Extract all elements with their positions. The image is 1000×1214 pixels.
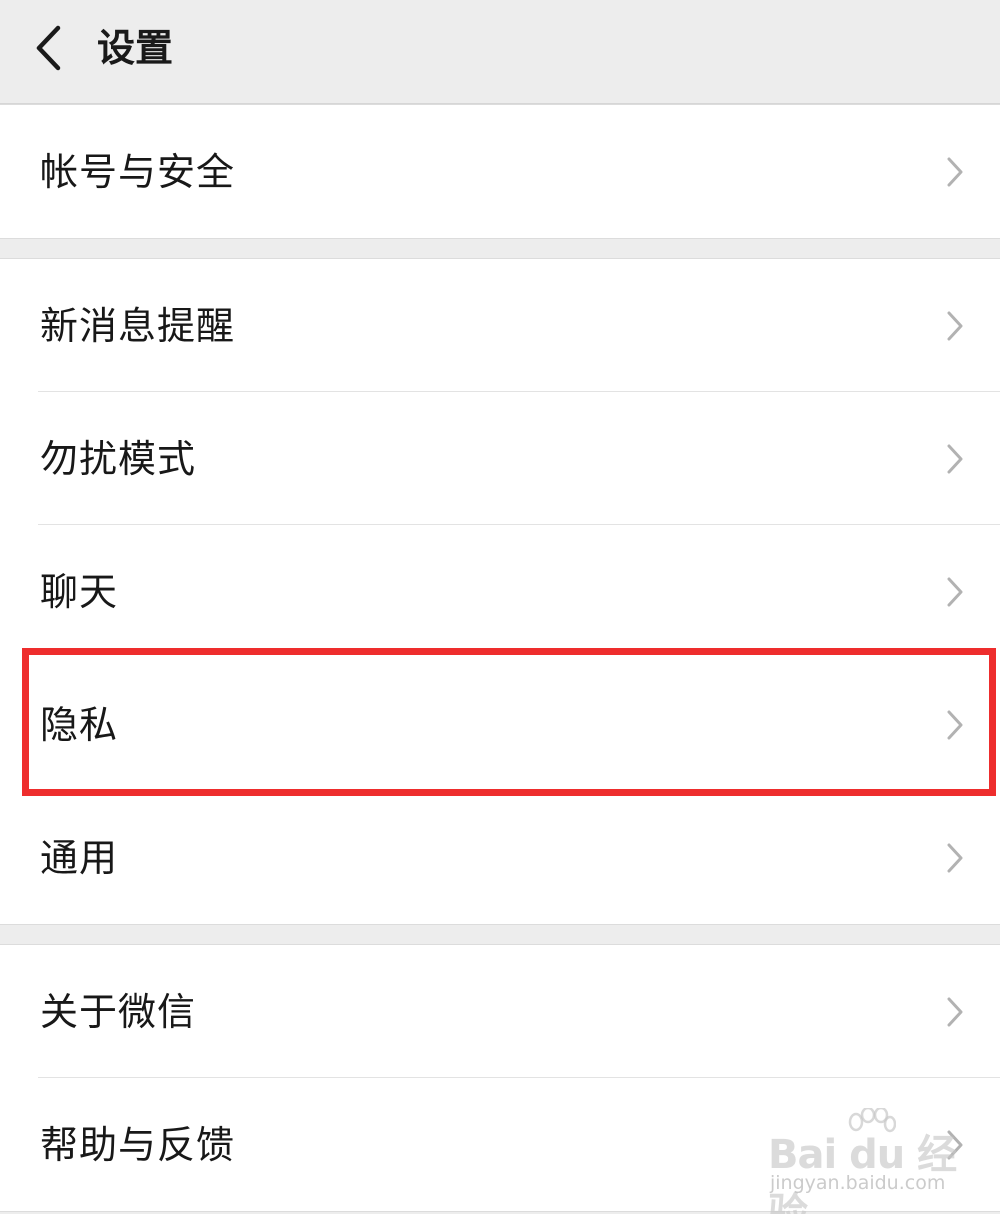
- settings-item-label: 聊天: [40, 569, 119, 614]
- settings-item-help-feedback[interactable]: 帮助与反馈: [0, 1078, 1000, 1211]
- settings-group-account: 帐号与安全: [0, 104, 1000, 239]
- settings-item-label: 关于微信: [40, 989, 197, 1034]
- chevron-right-icon: [944, 575, 966, 609]
- page-title: 设置: [97, 26, 174, 70]
- settings-item-label: 隐私: [40, 702, 119, 747]
- chevron-right-icon: [944, 708, 966, 742]
- settings-item-label: 勿扰模式: [40, 436, 197, 481]
- settings-screen: 设置 帐号与安全 新消息提醒 勿扰模式 聊天 隐私 通用 关于微信 帮助与反馈 …: [0, 0, 1000, 1214]
- settings-item-label: 通用: [40, 835, 119, 880]
- chevron-right-icon: [944, 309, 966, 343]
- chevron-right-icon: [944, 841, 966, 875]
- settings-item-account-security[interactable]: 帐号与安全: [0, 105, 1000, 238]
- settings-item-label: 新消息提醒: [40, 303, 236, 348]
- chevron-right-icon: [944, 155, 966, 189]
- settings-group-main: 新消息提醒 勿扰模式 聊天 隐私 通用: [0, 258, 1000, 925]
- settings-item-privacy[interactable]: 隐私: [0, 658, 1000, 791]
- chevron-right-icon: [944, 1128, 966, 1162]
- settings-item-do-not-disturb[interactable]: 勿扰模式: [0, 392, 1000, 525]
- chevron-right-icon: [944, 995, 966, 1029]
- settings-item-label: 帐号与安全: [40, 149, 236, 194]
- settings-item-label: 帮助与反馈: [40, 1122, 236, 1167]
- settings-item-chat[interactable]: 聊天: [0, 525, 1000, 658]
- settings-item-general[interactable]: 通用: [0, 791, 1000, 924]
- settings-item-new-message[interactable]: 新消息提醒: [0, 259, 1000, 392]
- chevron-right-icon: [944, 442, 966, 476]
- settings-group-about: 关于微信 帮助与反馈: [0, 944, 1000, 1212]
- settings-item-about-wechat[interactable]: 关于微信: [0, 945, 1000, 1078]
- nav-header: 设置: [0, 0, 1000, 104]
- back-button[interactable]: [22, 18, 82, 78]
- chevron-left-icon: [22, 18, 82, 78]
